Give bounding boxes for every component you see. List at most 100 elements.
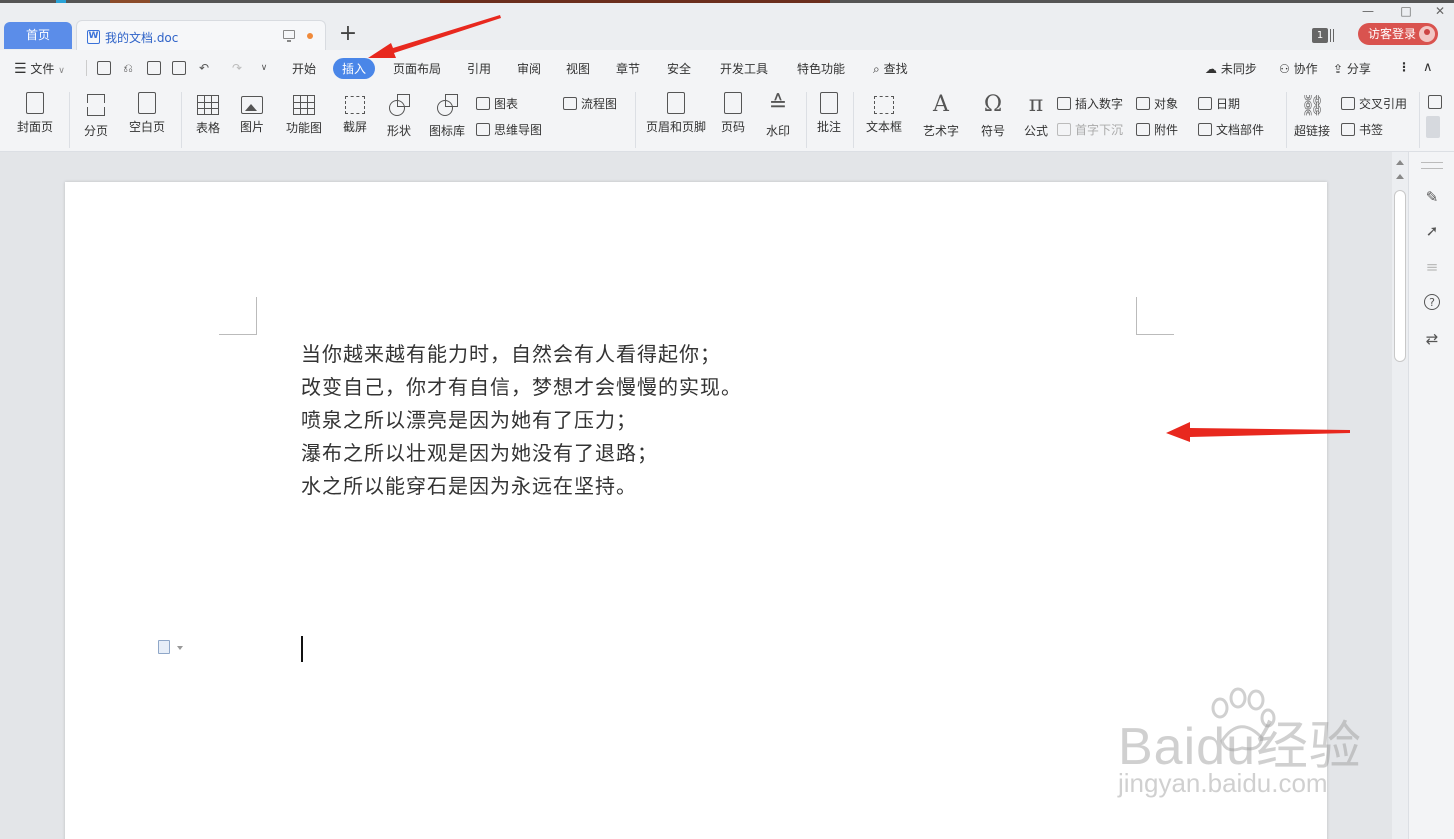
print-icon[interactable] (147, 61, 161, 75)
doc-line[interactable]: 改变自己，你才有自信，梦想才会慢慢的实现。 (301, 371, 742, 400)
visitor-login-button[interactable]: 访客登录 (1358, 23, 1438, 45)
scrollbar-thumb[interactable] (1394, 190, 1406, 362)
chart-button[interactable]: 图表 (476, 95, 518, 112)
pen-icon[interactable]: ✎ (1423, 188, 1441, 206)
menu-item-start[interactable]: 开始 (292, 60, 316, 77)
save-icon[interactable] (97, 61, 111, 75)
doc-line[interactable]: 水之所以能穿石是因为永远在坚持。 (301, 470, 637, 499)
doc-line[interactable]: 当你越来越有能力时，自然会有人看得起你； (301, 338, 721, 367)
print-preview-icon[interactable] (172, 61, 186, 75)
minimize-button[interactable]: — (1358, 2, 1378, 20)
paragraph-layout-icon[interactable] (158, 640, 170, 654)
picture-label: 图片 (239, 120, 264, 134)
watermark-button[interactable]: ≙ 水印 (760, 92, 796, 139)
page-number-button[interactable]: 页码 (715, 92, 751, 135)
header-footer-icon (667, 92, 685, 114)
formula-button[interactable]: π 公式 (1020, 92, 1052, 139)
monitor-icon[interactable] (283, 30, 295, 42)
page-break-button[interactable]: 分页 (78, 92, 114, 139)
new-tab-button[interactable]: + (336, 22, 360, 46)
menu-item-dev-tools[interactable]: 开发工具 (720, 60, 768, 77)
number-icon (1057, 97, 1071, 110)
cover-page-label: 封面页 (16, 120, 53, 134)
shape-icon (387, 92, 411, 118)
hyperlink-button[interactable]: ⛓ 超链接 (1292, 92, 1332, 139)
window-top-strip (0, 0, 1454, 3)
ribbon-separator (69, 92, 70, 148)
function-chart-button[interactable]: 功能图 (280, 92, 328, 136)
doc-line[interactable]: 喷泉之所以漂亮是因为她有了压力； (301, 404, 637, 433)
avatar-icon (1419, 26, 1435, 42)
word-art-button[interactable]: A 艺术字 (917, 92, 965, 139)
format-painter-icon[interactable]: ⎌ (121, 61, 135, 75)
blank-page-button[interactable]: 空白页 (122, 92, 172, 135)
translate-icon[interactable]: ⇄ (1423, 330, 1441, 348)
blank-page-label: 空白页 (128, 120, 165, 134)
shape-button[interactable]: 形状 (381, 92, 417, 139)
menu-item-security[interactable]: 安全 (667, 60, 691, 77)
comment-button[interactable]: 批注 (813, 92, 845, 135)
window-list-icon[interactable] (1330, 29, 1334, 42)
screenshot-button[interactable]: 截屏 (336, 92, 374, 135)
drop-cap-button[interactable]: 首字下沉 (1057, 121, 1123, 138)
undo-icon[interactable]: ↶ (197, 61, 211, 75)
table-button[interactable]: 表格 (190, 92, 226, 136)
tab-document[interactable]: W 我的文档.doc (76, 20, 326, 50)
watermark-url: jingyan.baidu.com (1118, 768, 1328, 798)
maximize-button[interactable]: □ (1396, 2, 1416, 20)
mind-map-button[interactable]: 思维导图 (476, 121, 542, 138)
screenshot-label: 截屏 (342, 120, 367, 134)
text-box-button[interactable]: 文本框 (860, 92, 908, 135)
sync-status-button[interactable]: ☁ 未同步 (1205, 60, 1257, 77)
annotation-arrow-to-insert-tab (368, 15, 501, 58)
date-button[interactable]: 日期 (1198, 95, 1240, 112)
tab-home[interactable]: 首页 (4, 22, 72, 49)
settings-sliders-icon[interactable]: ≡ (1423, 258, 1441, 276)
bookmark-button[interactable]: 书签 (1341, 121, 1383, 138)
page-number-icon (724, 92, 742, 114)
menu-item-review[interactable]: 审阅 (517, 60, 541, 77)
scroll-page-up-icon[interactable] (1396, 174, 1404, 179)
file-menu[interactable]: ☰ 文件 ∨ (14, 60, 65, 77)
ribbon-scroll-icon[interactable] (1426, 116, 1440, 138)
formula-label: 公式 (1023, 124, 1048, 138)
symbol-button[interactable]: Ω 符号 (975, 92, 1011, 139)
flowchart-button[interactable]: 流程图 (563, 95, 617, 112)
collapse-ribbon-icon[interactable]: ∧ (1423, 60, 1433, 75)
omega-icon: Ω (983, 92, 1003, 117)
hamburger-icon: ☰ (14, 61, 27, 77)
ribbon-separator (806, 92, 807, 148)
picture-button[interactable]: 图片 (234, 92, 270, 135)
doc-parts-button[interactable]: 文档部件 (1198, 121, 1264, 138)
ribbon-separator (181, 92, 182, 148)
more-ribbon-icon[interactable] (1428, 95, 1442, 109)
cross-reference-icon (1341, 97, 1355, 110)
cross-reference-button[interactable]: 交叉引用 (1341, 95, 1407, 112)
window-count-badge[interactable]: 1 (1312, 28, 1328, 43)
pointer-icon[interactable]: ➚ (1423, 222, 1441, 240)
close-button[interactable]: ✕ (1430, 2, 1450, 20)
baidu-jingyan-watermark: Baidu经验 jingyan.baidu.com (1110, 686, 1390, 806)
collaborate-button[interactable]: ⚇ 协作 (1279, 60, 1318, 77)
attachment-button[interactable]: 附件 (1136, 121, 1178, 138)
header-footer-button[interactable]: 页眉和页脚 (645, 92, 707, 135)
share-button[interactable]: ⇪ 分享 (1333, 60, 1371, 77)
chevron-down-icon[interactable] (177, 646, 183, 650)
redo-icon[interactable]: ↷ (230, 61, 244, 75)
doc-line[interactable]: 瀑布之所以壮观是因为她没有了退路； (301, 437, 658, 466)
customize-toolbar-icon[interactable]: ∨ (257, 61, 271, 75)
icon-library-button[interactable]: 图标库 (427, 92, 467, 139)
help-icon[interactable]: ? (1424, 294, 1440, 310)
scroll-up-icon[interactable] (1396, 160, 1404, 165)
object-button[interactable]: 对象 (1136, 95, 1178, 112)
insert-number-button[interactable]: 插入数字 (1057, 95, 1123, 112)
cover-page-button[interactable]: 封面页 (11, 92, 59, 135)
comment-label: 批注 (816, 120, 841, 134)
menu-item-special-features[interactable]: 特色功能 (797, 60, 845, 77)
menu-item-view[interactable]: 视图 (566, 60, 590, 77)
vertical-scrollbar[interactable] (1392, 152, 1408, 839)
menu-item-chapter[interactable]: 章节 (616, 60, 640, 77)
text-box-icon (874, 96, 894, 114)
more-options-icon[interactable]: ⋮ (1398, 60, 1410, 74)
search-button[interactable]: ⌕ 查找 (873, 60, 908, 77)
